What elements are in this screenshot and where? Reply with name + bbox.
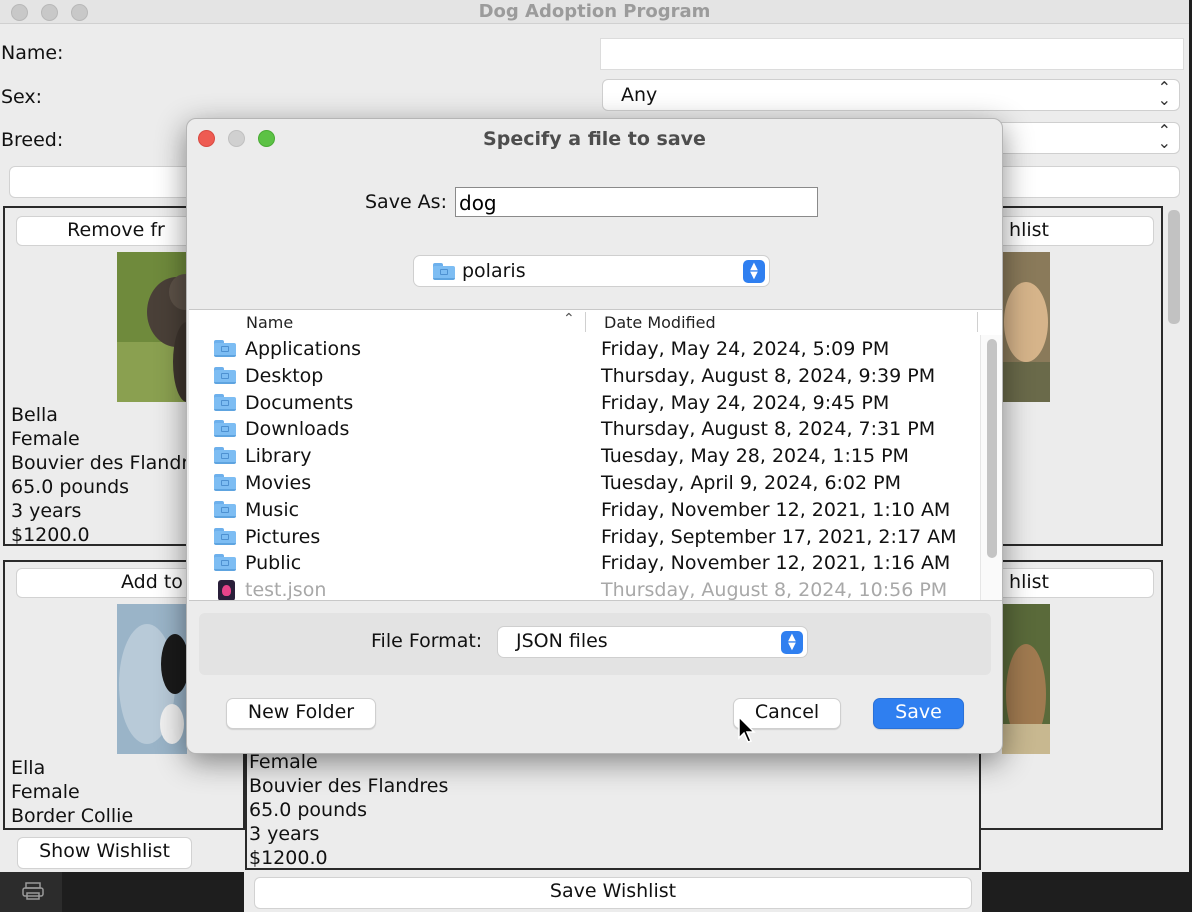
taskbar: Save Wishlist	[0, 872, 1192, 912]
name-input[interactable]	[600, 38, 1184, 70]
folder-icon	[214, 447, 236, 465]
dog-card: Female Bouvier des Flandres 65.0 pounds …	[245, 740, 981, 870]
dog-sex: Female	[11, 781, 80, 803]
file-date-modified: Tuesday, May 28, 2024, 1:15 PM	[601, 445, 909, 468]
folder-icon	[214, 527, 236, 545]
file-list-scrollbar[interactable]	[980, 335, 1002, 600]
save-as-label: Save As:	[365, 191, 447, 213]
home-folder-icon	[433, 263, 455, 280]
chevron-updown-icon: ▲ ▼	[743, 260, 765, 283]
save-wishlist-button[interactable]: Save Wishlist	[254, 877, 972, 909]
file-row[interactable]: Desktop Thursday, August 8, 2024, 9:39 PM	[189, 363, 979, 390]
dog-photo	[1002, 604, 1050, 754]
file-name: Downloads	[245, 418, 350, 441]
app-titlebar: Dog Adoption Program	[0, 0, 1189, 24]
file-date-modified: Friday, November 12, 2021, 1:16 AM	[601, 552, 951, 575]
folder-icon	[214, 474, 236, 491]
file-name: Music	[245, 498, 300, 521]
breed-label: Breed:	[1, 129, 64, 151]
dialog-title: Specify a file to save	[483, 128, 706, 150]
sort-ascending-icon: ⌃	[563, 311, 575, 327]
save-file-dialog: Specify a file to save Save As: polaris …	[186, 118, 1003, 754]
file-name: test.json	[245, 579, 327, 601]
location-value: polaris	[462, 260, 526, 282]
folder-icon	[214, 340, 236, 357]
file-name: Desktop	[245, 364, 324, 387]
file-date-modified: Friday, September 17, 2021, 2:17 AM	[601, 525, 957, 548]
file-row[interactable]: Movies Tuesday, April 9, 2024, 6:02 PM	[189, 470, 979, 497]
show-wishlist-button[interactable]: Show Wishlist	[17, 837, 192, 869]
dog-photo	[1002, 252, 1050, 402]
sex-select-value: Any	[621, 84, 658, 106]
file-row[interactable]: Pictures Friday, September 17, 2021, 2:17…	[189, 524, 979, 551]
dog-name: Bella	[11, 404, 58, 426]
location-popup[interactable]: polaris ▲ ▼	[413, 255, 770, 287]
file-format-value: JSON files	[516, 630, 608, 652]
save-wishlist-bar: Save Wishlist	[244, 872, 982, 912]
file-name: Pictures	[245, 525, 321, 548]
file-row[interactable]: Library Tuesday, May 28, 2024, 1:15 PM	[189, 443, 979, 470]
file-name: Library	[245, 445, 312, 468]
dialog-titlebar: Specify a file to save	[187, 119, 1002, 161]
dog-sex: Female	[11, 428, 80, 450]
column-divider[interactable]	[585, 312, 586, 332]
new-folder-button[interactable]: New Folder	[226, 698, 376, 729]
dog-breed: Border Collie	[11, 805, 134, 827]
mouse-cursor-icon	[738, 716, 756, 743]
printer-icon-area	[0, 872, 62, 912]
file-row[interactable]: Applications Friday, May 24, 2024, 5:09 P…	[189, 336, 979, 363]
file-browser: Name ⌃ Date Modified Applications Friday,…	[189, 309, 1002, 601]
file-date-modified: Friday, May 24, 2024, 5:09 PM	[601, 338, 890, 360]
dog-breed: Bouvier des Flandre	[11, 452, 201, 474]
dog-photo	[117, 604, 187, 754]
file-date-modified: Thursday, August 8, 2024, 7:31 PM	[601, 418, 936, 441]
chevron-updown-icon: ▲ ▼	[781, 631, 803, 654]
dog-weight: 65.0 pounds	[249, 799, 368, 821]
file-format-label: File Format:	[371, 630, 483, 652]
file-name: Public	[245, 552, 302, 575]
folder-icon	[214, 500, 236, 518]
column-header-date[interactable]: Date Modified	[604, 313, 716, 332]
column-header-name[interactable]: Name	[246, 313, 293, 332]
file-row[interactable]: Music Friday, November 12, 2021, 1:10 AM	[189, 497, 979, 524]
file-name: Applications	[245, 338, 362, 360]
file-date-modified: Thursday, August 8, 2024, 10:56 PM	[601, 579, 948, 601]
scrollbar-thumb[interactable]	[987, 339, 997, 558]
column-divider[interactable]	[977, 312, 978, 332]
folder-icon	[214, 554, 236, 572]
file-row[interactable]: test.json Thursday, August 8, 2024, 10:56…	[189, 577, 979, 601]
dog-age: 3 years	[249, 823, 320, 845]
scrollbar-thumb[interactable]	[1168, 210, 1180, 324]
chevron-updown-icon: ⌃ ⌄	[1157, 121, 1171, 152]
file-row[interactable]: Public Friday, November 12, 2021, 1:16 AM	[189, 550, 979, 577]
app-title: Dog Adoption Program	[478, 1, 711, 22]
dog-breed: Bouvier des Flandres	[249, 775, 449, 797]
file-date-modified: Friday, November 12, 2021, 1:10 AM	[601, 498, 951, 521]
file-row[interactable]: Downloads Thursday, August 8, 2024, 7:31 …	[189, 416, 979, 443]
chevron-updown-icon: ⌃ ⌄	[1157, 78, 1171, 109]
dog-age: 3 years	[11, 500, 82, 522]
folder-icon	[214, 420, 236, 438]
name-label: Name:	[1, 42, 64, 64]
file-name: Documents	[245, 391, 354, 414]
file-row[interactable]: Documents Friday, May 24, 2024, 9:45 PM	[189, 390, 979, 417]
printer-icon[interactable]	[22, 882, 44, 900]
file-date-modified: Friday, May 24, 2024, 9:45 PM	[601, 391, 890, 414]
dog-name: Ella	[11, 757, 46, 779]
file-date-modified: Thursday, August 8, 2024, 9:39 PM	[601, 364, 936, 387]
file-date-modified: Tuesday, April 9, 2024, 6:02 PM	[601, 472, 902, 494]
json-file-icon	[218, 580, 235, 600]
file-name: Movies	[245, 472, 312, 494]
folder-icon	[214, 393, 236, 411]
sex-select[interactable]: Any ⌃ ⌄	[602, 79, 1180, 111]
sex-label: Sex:	[1, 86, 43, 108]
save-as-input[interactable]	[455, 187, 818, 217]
save-button[interactable]: Save	[873, 698, 964, 729]
dog-price: $1200.0	[249, 847, 328, 869]
folder-icon	[214, 366, 236, 384]
dog-weight: 65.0 pounds	[11, 476, 130, 498]
dog-price: $1200.0	[11, 524, 90, 546]
file-format-select[interactable]: JSON files ▲ ▼	[497, 626, 808, 658]
file-format-bar: File Format: JSON files ▲ ▼	[199, 613, 991, 675]
